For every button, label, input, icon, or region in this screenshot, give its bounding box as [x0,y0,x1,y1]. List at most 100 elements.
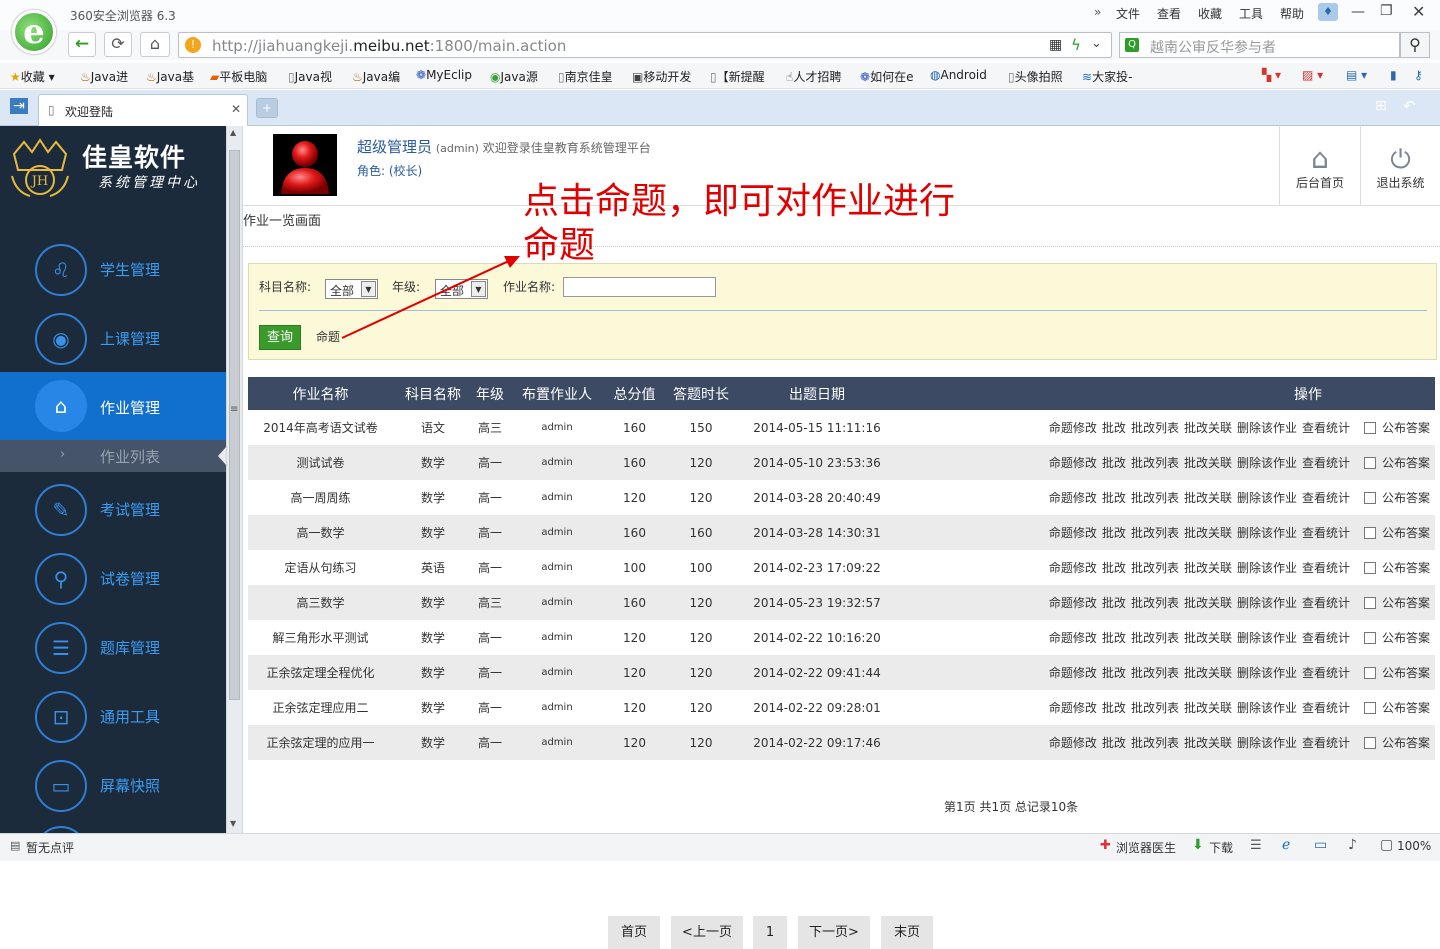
grading-list-link[interactable]: 批改列表 [1131,491,1179,505]
edit-question-link[interactable]: 命题修改 [1049,596,1097,610]
edit-question-link[interactable]: 命题修改 [1049,561,1097,575]
window-icon[interactable]: ▭ [1314,837,1327,853]
sidebar-item-papers[interactable]: ⚲ 试卷管理 [0,546,226,610]
grading-link-link[interactable]: 批改关联 [1184,491,1232,505]
status-doctor[interactable]: 浏览器医生 [1116,839,1176,856]
ie-icon[interactable]: ℯ [1282,837,1290,853]
grading-list-link[interactable]: 批改列表 [1131,631,1179,645]
delete-homework-link[interactable]: 删除该作业 [1237,736,1297,750]
bookmark-favorites[interactable]: ★收藏 ▾ [10,68,55,85]
publish-answer-checkbox[interactable] [1364,631,1376,644]
view-stats-link[interactable]: 查看统计 [1302,526,1350,540]
status-zoom[interactable]: 100% [1397,839,1431,853]
edit-question-link[interactable]: 命题修改 [1049,526,1097,540]
prev-page-button[interactable]: <上一页 [671,916,743,949]
grading-link-link[interactable]: 批改关联 [1184,561,1232,575]
delete-homework-link[interactable]: 删除该作业 [1237,526,1297,540]
view-stats-link[interactable]: 查看统计 [1302,666,1350,680]
next-page-button[interactable]: 下一页> [798,916,870,949]
refresh-button[interactable]: ⟳ [104,32,132,57]
bookmark-item[interactable]: ♨Java编 [352,68,400,85]
current-page[interactable]: 1 [753,916,787,949]
bookmark-item[interactable]: ▯【新提醒 [710,68,765,85]
homework-name-input[interactable] [563,277,716,297]
scroll-up-icon[interactable]: ▲ [230,128,236,137]
edit-question-link[interactable]: 命题修改 [1049,701,1097,715]
grading-list-link[interactable]: 批改列表 [1131,701,1179,715]
publish-answer-checkbox[interactable] [1364,526,1376,539]
grade-link[interactable]: 批改 [1102,421,1126,435]
grade-link[interactable]: 批改 [1102,491,1126,505]
edit-question-link[interactable]: 命题修改 [1049,666,1097,680]
delete-homework-link[interactable]: 删除该作业 [1237,456,1297,470]
publish-answer-checkbox[interactable] [1364,561,1376,574]
grading-link-link[interactable]: 批改关联 [1184,736,1232,750]
address-bar[interactable]: ! http://jiahuangkeji.meibu.net:1800/mai… [178,32,1112,58]
logout-button[interactable]: ⏻ 退出系统 [1360,126,1440,206]
scroll-down-icon[interactable]: ▼ [230,819,236,828]
grade-link[interactable]: 批改 [1102,526,1126,540]
status-download[interactable]: 下载 [1209,839,1233,856]
view-stats-link[interactable]: 查看统计 [1302,491,1350,505]
address-dropdown-icon[interactable]: ⌄ [1091,36,1102,51]
delete-homework-link[interactable]: 删除该作业 [1237,701,1297,715]
bookmark-item[interactable]: ♨Java进 [80,68,128,85]
new-tab-button[interactable]: + [256,98,278,118]
sidebar-item-screenshot[interactable]: ▭ 屏幕快照 [0,753,226,817]
grading-list-link[interactable]: 批改列表 [1131,421,1179,435]
grading-list-link[interactable]: 批改列表 [1131,526,1179,540]
key-icon[interactable]: ⚷ [1414,68,1423,82]
menu-help[interactable]: 帮助 [1280,5,1304,22]
grading-list-link[interactable]: 批改列表 [1131,456,1179,470]
view-stats-link[interactable]: 查看统计 [1302,561,1350,575]
tab-active[interactable]: ▯ 欢迎登陆 ✕ [38,94,248,126]
grade-link[interactable]: 批改 [1102,701,1126,715]
grade-link[interactable]: 批改 [1102,596,1126,610]
create-question-link[interactable]: 命题 [316,328,340,345]
splitter-grip-icon[interactable]: ≡ [230,404,238,415]
sound-icon[interactable]: ♪ [1348,837,1357,853]
delete-homework-link[interactable]: 删除该作业 [1237,631,1297,645]
bookmark-item[interactable]: ≋大家投- [1082,68,1132,85]
grading-link-link[interactable]: 批改关联 [1184,456,1232,470]
zoom-icon[interactable]: ▢ [1380,837,1393,853]
view-stats-link[interactable]: 查看统计 [1302,736,1350,750]
home-button[interactable]: ⌂ [140,32,170,57]
undo-close-icon[interactable]: ↶ [1403,97,1416,115]
delete-homework-link[interactable]: 删除该作业 [1237,596,1297,610]
publish-answer-checkbox[interactable] [1364,666,1376,679]
delete-homework-link[interactable]: 删除该作业 [1237,561,1297,575]
edit-question-link[interactable]: 命题修改 [1049,736,1097,750]
scroll-thumb[interactable] [229,150,240,700]
translate-icon[interactable]: ▨ ▾ [1302,68,1323,82]
publish-answer-checkbox[interactable] [1364,491,1376,504]
grading-link-link[interactable]: 批改关联 [1184,526,1232,540]
delete-homework-link[interactable]: 删除该作业 [1237,421,1297,435]
sidebar-item-classes[interactable]: ◉ 上课管理 [0,306,226,370]
bookmark-item[interactable]: ❁如何在e [860,68,913,85]
sidebar-toggle-icon[interactable]: ⇥ [10,98,28,114]
grade-link[interactable]: 批改 [1102,631,1126,645]
search-engine-icon[interactable]: Q [1125,38,1139,52]
view-stats-link[interactable]: 查看统计 [1302,456,1350,470]
search-box[interactable]: Q 越南公审反华参与者 [1119,32,1400,58]
grading-list-link[interactable]: 批改列表 [1131,736,1179,750]
edit-question-link[interactable]: 命题修改 [1049,631,1097,645]
grading-list-link[interactable]: 批改列表 [1131,596,1179,610]
bookmark-item[interactable]: ◍Android [930,68,987,82]
bookmark-item[interactable]: ❁MyEclip [416,68,472,82]
grading-link-link[interactable]: 批改关联 [1184,421,1232,435]
skin-icon[interactable]: ♦ [1318,3,1338,21]
bookmark-item[interactable]: ▯南京佳皇 [558,68,613,85]
bookmark-item[interactable]: ▰平板电脑 [210,68,267,85]
qr-code-icon[interactable]: ▦ [1049,37,1062,53]
publish-answer-checkbox[interactable] [1364,596,1376,609]
home-nav-button[interactable]: ⌂ 后台首页 [1279,126,1360,206]
bookmark-item[interactable]: ▯Java视 [288,68,332,85]
tab-close-icon[interactable]: ✕ [231,102,241,116]
view-stats-link[interactable]: 查看统计 [1302,631,1350,645]
last-page-button[interactable]: 末页 [881,916,933,949]
close-window-button[interactable]: ✕ [1412,2,1425,21]
menu-favorites[interactable]: 收藏 [1198,5,1222,22]
apps-icon[interactable]: ▚ ▾ [1262,68,1281,82]
